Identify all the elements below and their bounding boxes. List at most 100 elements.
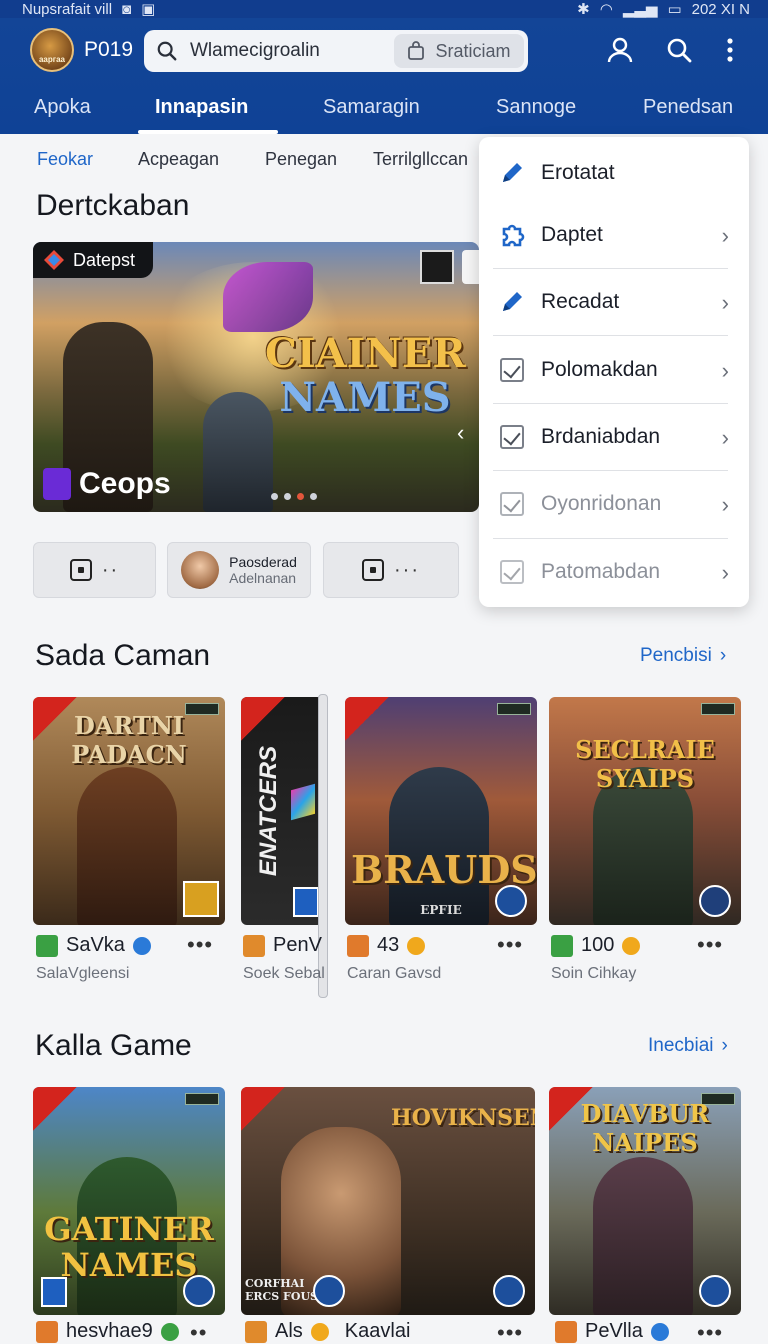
download-icon[interactable] — [495, 885, 527, 917]
studio-logo-icon — [183, 881, 219, 917]
more-horiz-icon[interactable]: ••• — [697, 1320, 723, 1344]
game-icon — [36, 934, 58, 957]
download-icon[interactable] — [699, 885, 731, 917]
search-filter-chip[interactable]: Sraticiam — [394, 34, 524, 68]
game-name: hesvhae9 — [66, 1320, 153, 1342]
search-icon[interactable] — [665, 36, 693, 64]
app-logo[interactable]: ааргаа — [30, 28, 74, 72]
gem-logo-icon — [291, 783, 315, 821]
banner-title-line2: NAMES — [279, 374, 451, 421]
card-art-title: DARTNI PADACN — [71, 711, 187, 769]
checkbox-icon[interactable] — [500, 424, 524, 449]
chevron-left-icon[interactable]: ‹ — [457, 420, 464, 446]
logo-text: ааргаа — [38, 55, 65, 64]
card-art-title: SECLRAIE SYAIPS — [575, 735, 715, 793]
tab-sannoge[interactable]: Sannoge — [496, 96, 576, 119]
search-input[interactable]: Wlamecigroalin Sraticiam — [144, 30, 528, 72]
banner-badge: Datepst — [33, 242, 154, 278]
game-card[interactable]: SECLRAIE SYAIPS — [549, 697, 741, 925]
chevron-right-icon: › — [721, 223, 729, 248]
menu-item-erotatat[interactable]: Erotatat — [479, 139, 749, 206]
menu-item-daptet[interactable]: Daptet › — [479, 201, 749, 268]
checkbox-icon[interactable] — [500, 491, 524, 516]
quick-chip-3[interactable]: ··· — [323, 542, 459, 598]
game-meta: hesvhae9 — [36, 1320, 179, 1343]
card-art-figure — [389, 767, 489, 925]
section-see-all-link[interactable]: Pencbisi › — [640, 645, 726, 667]
subtab-penegan[interactable]: Penegan — [265, 149, 337, 170]
game-extra: Kaavlai — [344, 1320, 411, 1342]
game-name: 43 — [377, 934, 400, 956]
game-card[interactable]: HOVIKNSEN CORFHAI ERCS FOUS — [241, 1087, 535, 1315]
brand-label: P019 — [84, 38, 134, 61]
game-card[interactable]: DIAVBUR NAIPES — [549, 1087, 741, 1315]
card-art-figure — [77, 767, 177, 925]
more-horiz-icon[interactable]: •• — [190, 1320, 207, 1344]
carousel-dot-active[interactable] — [297, 493, 304, 500]
tablet-icon — [362, 559, 384, 581]
section-link-label: Inecbiai — [648, 1035, 714, 1056]
checkbox-icon[interactable] — [500, 559, 524, 584]
puzzle-icon — [499, 222, 525, 248]
game-card[interactable]: DARTNI PADACN — [33, 697, 225, 925]
subtab-terrilgllccan[interactable]: Terrilgllccan — [373, 149, 468, 170]
chevron-right-icon: › — [721, 492, 729, 517]
subtab-feokar[interactable]: Feokar — [37, 149, 93, 170]
tablet-icon — [69, 559, 92, 581]
pencil-icon — [499, 160, 525, 186]
more-horiz-icon[interactable]: ••• — [697, 932, 723, 958]
diamond-logo-icon — [44, 250, 64, 270]
more-horiz-icon[interactable]: ••• — [497, 932, 523, 958]
carousel-dot[interactable] — [284, 493, 291, 500]
menu-item-polomakdan[interactable]: Polomakdan › — [479, 336, 749, 403]
menu-item-patomabdan[interactable]: Patomabdan › — [479, 538, 749, 605]
menu-item-brdaniabdan[interactable]: Brdaniabdan › — [479, 403, 749, 470]
download-icon[interactable] — [313, 1275, 345, 1307]
more-horiz-icon[interactable]: ••• — [187, 932, 213, 958]
more-horiz-icon[interactable]: ••• — [497, 1320, 523, 1344]
game-card[interactable]: BRAUDS EPFIE — [345, 697, 537, 925]
tab-samaragin[interactable]: Samaragin — [323, 96, 420, 119]
download-icon[interactable] — [699, 1275, 731, 1307]
game-name: PeVlla — [585, 1320, 643, 1342]
quick-chip-profile[interactable]: Paosderad Adelnanan — [167, 542, 311, 598]
quick-chip-1[interactable]: ·· — [33, 542, 156, 598]
menu-item-label: Patomabdan — [541, 559, 661, 583]
featured-banner[interactable]: Datepst CIAINER NAMES ‹ Ceops — [33, 242, 479, 512]
status-bar: Nupsrafait vill ◙ ▣ ✱ ◠ ▂▃▅ ▭ 202 XI N — [0, 0, 768, 18]
section-see-all-link[interactable]: Inecbiai › — [648, 1035, 728, 1057]
verified-badge-icon — [650, 1322, 669, 1341]
coin-badge-icon — [310, 1322, 329, 1341]
game-meta: SaVka — [36, 934, 151, 957]
subtab-acpeagan[interactable]: Acpeagan — [138, 149, 219, 170]
account-icon[interactable] — [606, 36, 634, 64]
carousel-dot[interactable] — [310, 493, 317, 500]
tab-penedsan[interactable]: Penedsan — [643, 96, 733, 119]
chevron-right-icon: › — [719, 645, 727, 666]
carousel-dots[interactable] — [271, 493, 317, 500]
game-name: 100 — [581, 934, 615, 956]
game-card[interactable]: ENATCERS — [241, 697, 323, 925]
more-vert-icon[interactable] — [716, 36, 744, 64]
checkbox-icon[interactable] — [500, 357, 524, 382]
download-icon[interactable] — [493, 1275, 525, 1307]
tab-innapasin[interactable]: Innapasin — [155, 96, 248, 119]
menu-item-oyonridonan[interactable]: Oyonridonan › — [479, 470, 749, 537]
carousel-dot[interactable] — [271, 493, 278, 500]
new-ribbon-icon — [33, 1087, 77, 1131]
notification-icon: ▣ — [141, 1, 156, 18]
coin-badge-icon — [622, 936, 641, 955]
chevron-right-icon: › — [721, 425, 729, 450]
game-icon — [347, 934, 369, 957]
game-card[interactable]: GATINER NAMES — [33, 1087, 225, 1315]
signal-icon: ▂▃▅ — [622, 1, 658, 18]
download-icon[interactable] — [183, 1275, 215, 1307]
studio-logo-icon — [41, 1277, 67, 1307]
card-art-figure — [593, 1157, 693, 1315]
tab-apoka[interactable]: Apoka — [34, 96, 91, 119]
game-meta: 100 — [551, 934, 641, 957]
game-icon — [243, 934, 265, 957]
game-meta: Als Kaavlai — [245, 1320, 410, 1343]
game-subtitle: Soin Cihkay — [551, 965, 637, 982]
menu-item-recadat[interactable]: Recadat › — [479, 268, 749, 335]
